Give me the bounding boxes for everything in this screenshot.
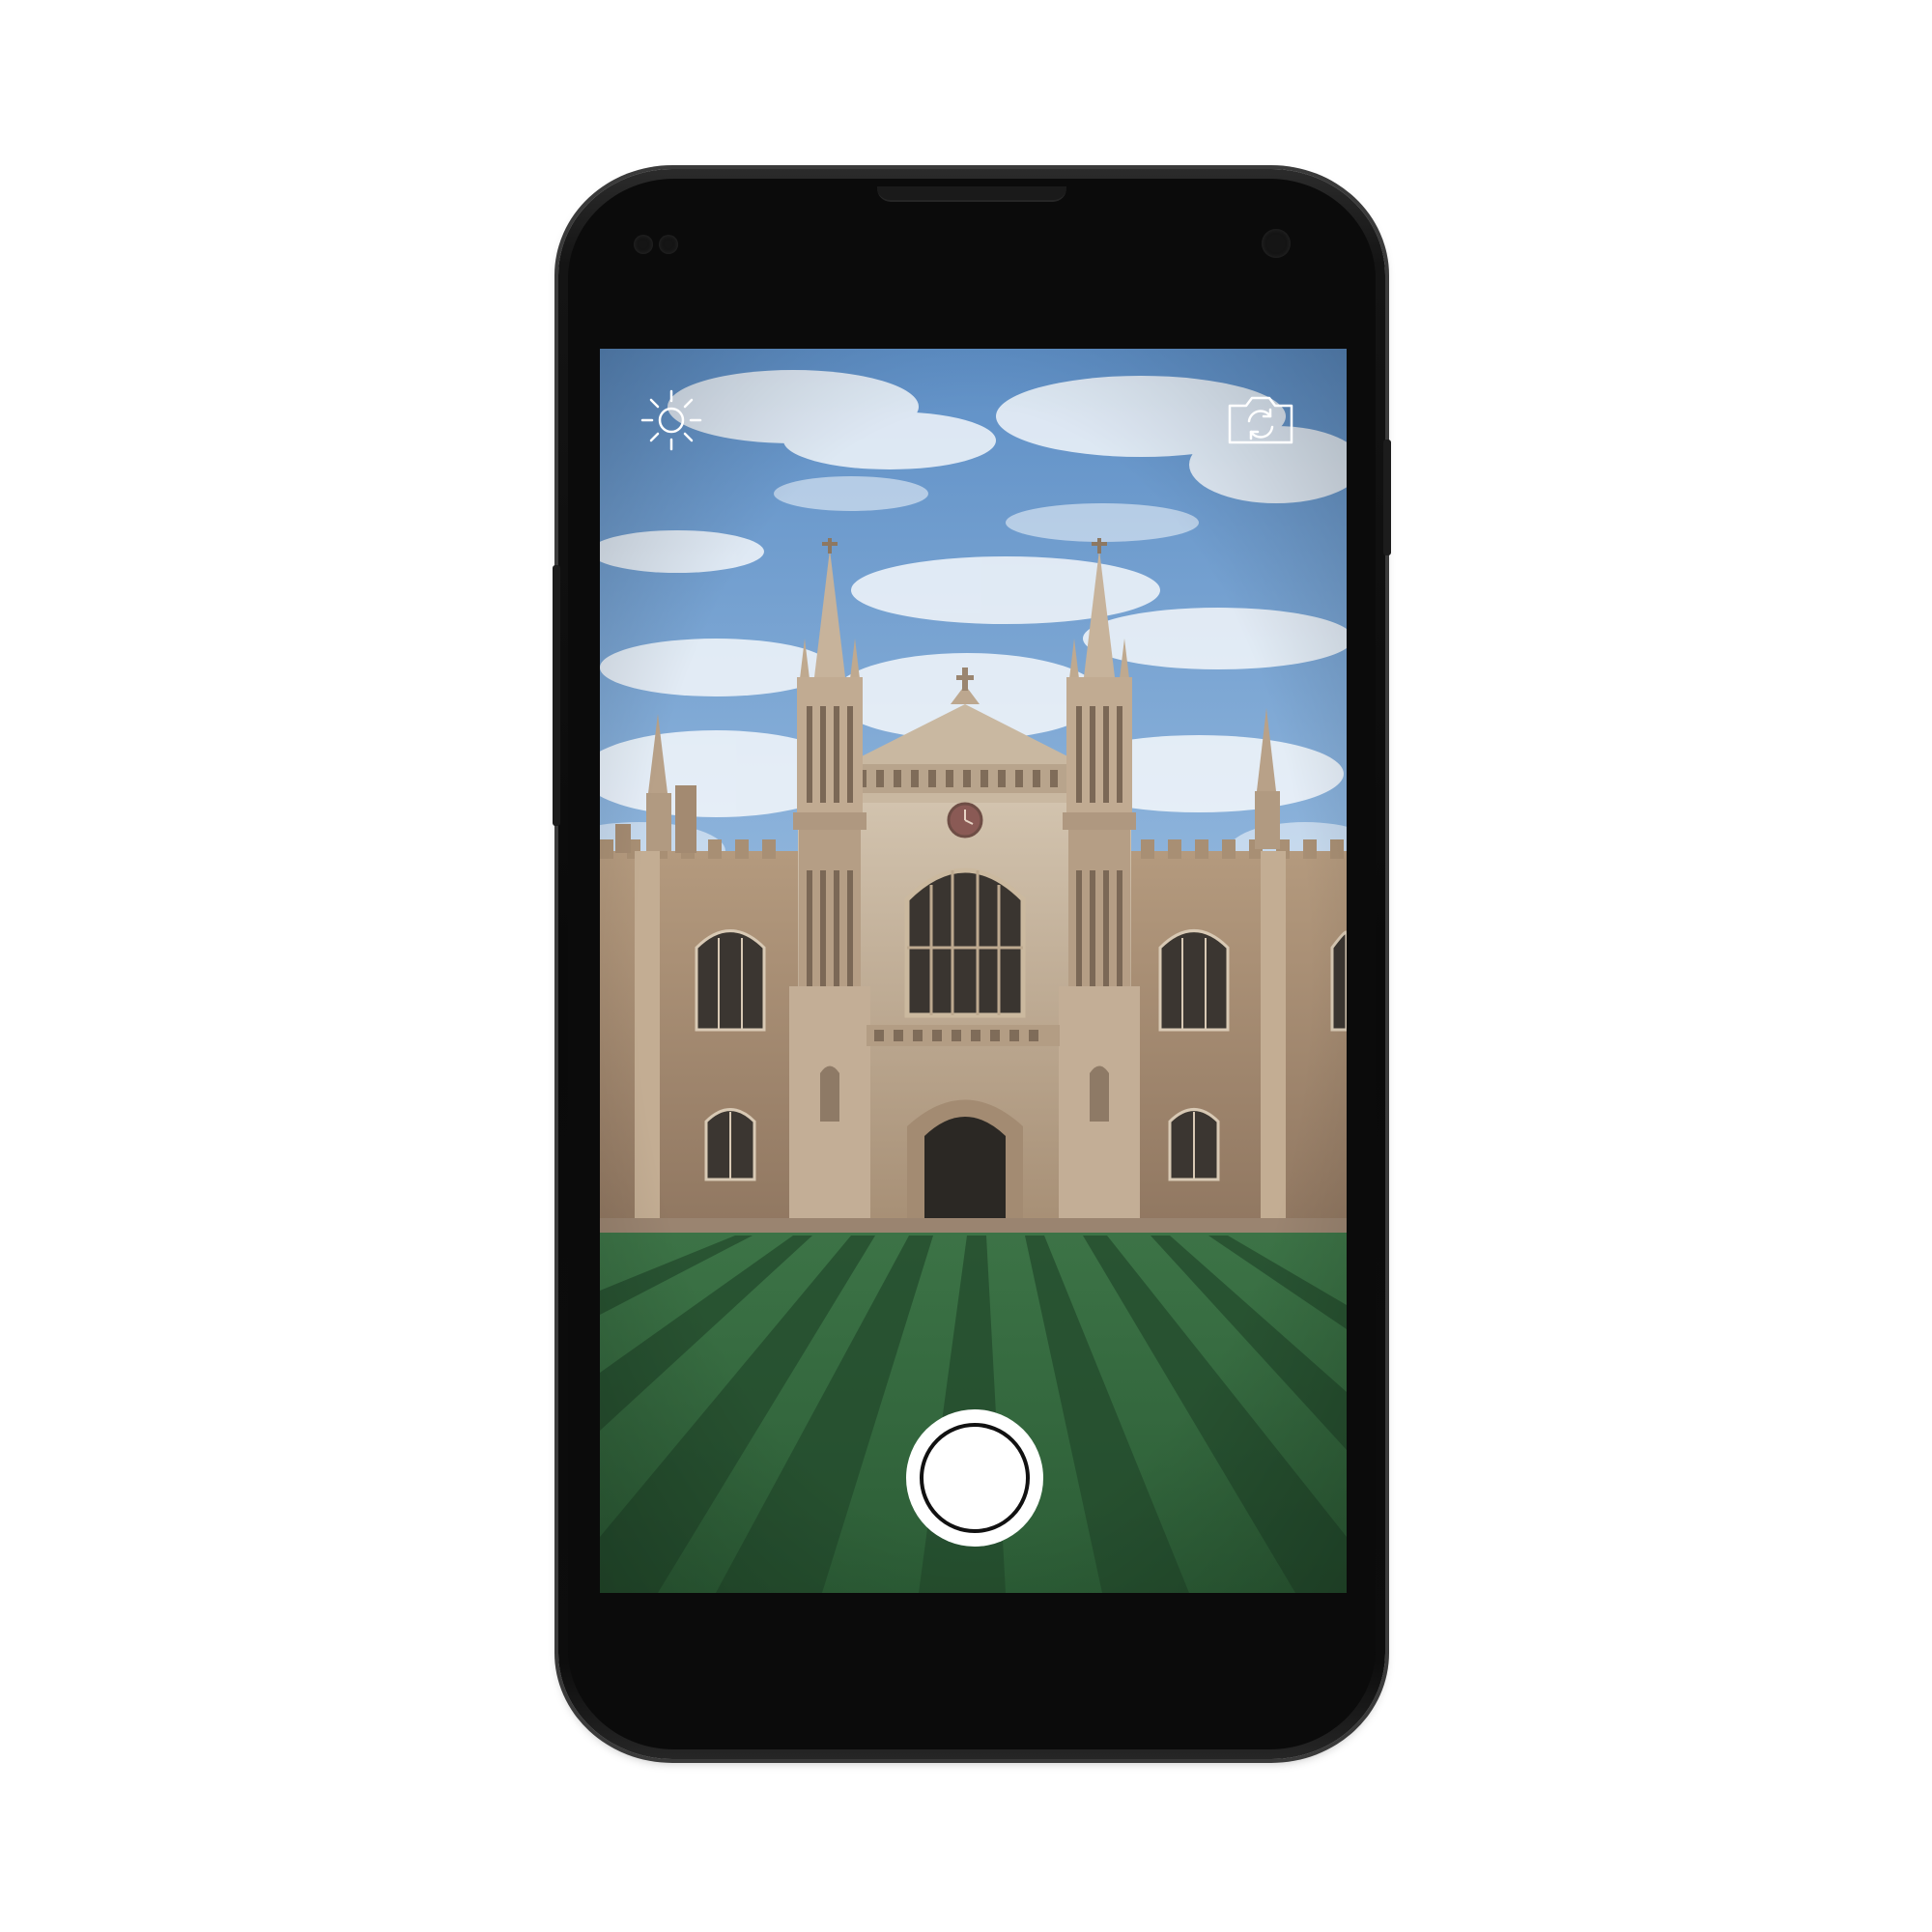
switch-camera-button[interactable] [1227, 392, 1294, 446]
volume-button[interactable] [553, 565, 560, 826]
brightness-button[interactable] [639, 387, 704, 453]
camera-switch-icon [1228, 396, 1293, 444]
shutter-button[interactable] [906, 1409, 1043, 1547]
shutter-ring [920, 1423, 1030, 1533]
proximity-sensor [634, 235, 653, 254]
stage [0, 0, 1932, 1932]
light-sensor [659, 235, 678, 254]
power-button[interactable] [1383, 440, 1391, 555]
front-camera-icon [1262, 229, 1291, 258]
sun-icon [640, 389, 702, 451]
camera-viewfinder[interactable] [600, 349, 1347, 1593]
earpiece-speaker [877, 186, 1066, 202]
viewfinder-scene [600, 349, 1347, 1593]
